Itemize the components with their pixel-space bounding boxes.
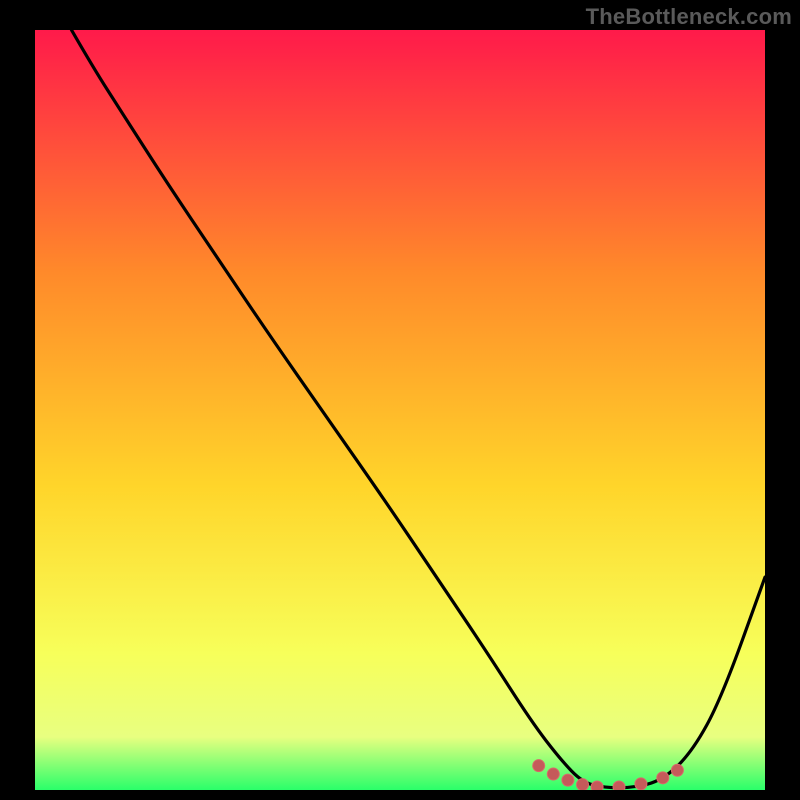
plot-background	[35, 30, 765, 790]
watermark-text: TheBottleneck.com	[586, 4, 792, 30]
marker-point	[533, 760, 545, 772]
marker-point	[591, 781, 603, 790]
marker-point	[562, 774, 574, 786]
marker-point	[671, 764, 683, 776]
page-root: TheBottleneck.com	[0, 0, 800, 800]
marker-point	[635, 778, 647, 790]
marker-point	[657, 772, 669, 784]
marker-point	[547, 768, 559, 780]
marker-point	[613, 781, 625, 790]
chart-container	[35, 30, 765, 790]
marker-point	[577, 779, 589, 790]
chart-svg	[35, 30, 765, 790]
